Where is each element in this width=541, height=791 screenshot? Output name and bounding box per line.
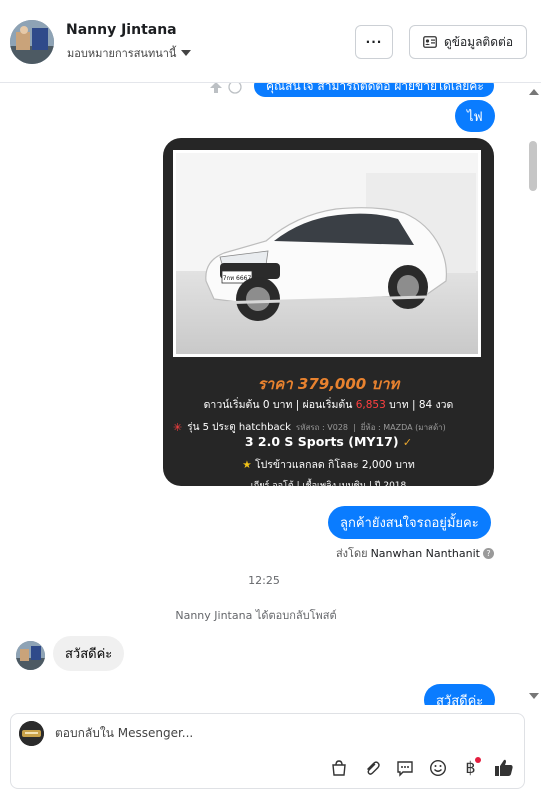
promotion-text: โปรข้าวแลกลด กิโลละ 2,000 บาท bbox=[254, 459, 415, 471]
down-payment-suffix: บาท | 84 งวด bbox=[389, 399, 454, 411]
message-timestamp: 12:25 bbox=[248, 574, 280, 587]
asterisk-icon: ✳ bbox=[173, 421, 183, 434]
stock-code: รหัสรถ : V028 bbox=[295, 423, 349, 432]
notification-dot bbox=[475, 757, 481, 763]
down-payment-info: ดาวน์เริ่มต้น 0 บาท | ผ่อนเริ่มต้น 6,853… bbox=[163, 396, 494, 413]
verified-check-icon: ✓ bbox=[402, 436, 413, 449]
car-body-type: รุ่น 5 ประตู hatchback bbox=[187, 422, 291, 433]
composer-toolbar: ฿ bbox=[328, 757, 514, 778]
sent-by-name: Nanwhan Nanthanit bbox=[370, 546, 480, 560]
message-status-icons bbox=[208, 83, 242, 95]
emoji-icon[interactable] bbox=[427, 757, 448, 778]
shop-bag-icon[interactable] bbox=[328, 757, 349, 778]
page-avatar bbox=[19, 721, 44, 746]
sent-by-prefix: ส่งโดย bbox=[335, 547, 368, 560]
star-icon: ★ bbox=[242, 459, 252, 471]
contact-avatar-small[interactable] bbox=[16, 641, 45, 670]
outgoing-message[interactable]: สวัสดีค่ะ bbox=[424, 684, 496, 706]
info-icon[interactable]: ? bbox=[483, 547, 494, 559]
emoji-icon[interactable] bbox=[228, 83, 242, 94]
attachment-icon[interactable] bbox=[361, 757, 382, 778]
assign-conversation-dropdown[interactable]: มอบหมายการสนทนานี้ bbox=[67, 44, 192, 62]
more-options-label: ··· bbox=[365, 35, 383, 49]
car-brand: ยี่ห้อ : MAZDA (มาสด้า) bbox=[360, 423, 446, 432]
incoming-message[interactable]: สวัสดีค่ะ bbox=[53, 636, 125, 671]
message-text: คุณสนใจ สามารถติดต่อ ฝ่ายขายได้เลยค่ะ bbox=[266, 83, 484, 93]
saved-replies-icon[interactable] bbox=[394, 757, 415, 778]
contact-avatar[interactable] bbox=[10, 20, 54, 64]
message-thread[interactable]: คุณสนใจ สามารถติดต่อ ฝ่ายขายได้เลยค่ะ ไฟ bbox=[0, 83, 541, 705]
like-thumb-icon[interactable] bbox=[493, 757, 514, 778]
scroll-up-arrow-icon[interactable] bbox=[529, 89, 539, 95]
more-options-button[interactable]: ··· bbox=[355, 25, 393, 59]
scrollbar-thumb[interactable] bbox=[529, 141, 537, 191]
car-model-row: ✳ รุ่น 5 ประตู hatchback รหัสรถ : V028 |… bbox=[173, 421, 446, 434]
post-reply-notice: Nanny Jintana ได้ตอบกลับโพสต์ bbox=[175, 609, 337, 622]
payment-baht-icon[interactable]: ฿ bbox=[460, 757, 481, 778]
reaction-icon[interactable] bbox=[208, 83, 224, 95]
view-contact-button[interactable]: ดูข้อมูลติดต่อ bbox=[409, 25, 527, 59]
sent-by-label: ส่งโดย Nanwhan Nanthanit ? bbox=[336, 544, 494, 562]
installment-amount: 6,853 bbox=[355, 399, 386, 411]
contact-name[interactable]: Nanny Jintana bbox=[66, 22, 177, 38]
car-price: ราคา 379,000 บาท bbox=[257, 375, 400, 393]
caret-down-icon bbox=[181, 50, 192, 56]
car-variant-text: 3 2.0 S Sports (MY17) bbox=[244, 434, 399, 449]
car-variant: 3 2.0 S Sports (MY17) ✓ bbox=[163, 434, 494, 449]
scroll-down-arrow-icon[interactable] bbox=[529, 693, 539, 699]
view-contact-label: ดูข้อมูลติดต่อ bbox=[443, 34, 514, 49]
promotion: ★ โปรข้าวแลกลด กิโลละ 2,000 บาท bbox=[163, 456, 494, 473]
message-text: ไฟ bbox=[467, 109, 483, 125]
outgoing-message[interactable]: ไฟ bbox=[455, 100, 495, 132]
message-text: สวัสดีค่ะ bbox=[65, 647, 113, 662]
message-text: สวัสดีค่ะ bbox=[436, 693, 484, 706]
car-listing-card[interactable]: 7กท 6667 ราคา 379,000 บาท ดาวน์เริ่มต้น … bbox=[163, 138, 494, 486]
reply-input[interactable] bbox=[55, 726, 495, 740]
reply-composer: ฿ bbox=[10, 713, 525, 789]
message-text: ลูกค้ายังสนใจรถอยู่มั้ยคะ bbox=[340, 516, 479, 531]
outgoing-message[interactable]: คุณสนใจ สามารถติดต่อ ฝ่ายขายได้เลยค่ะ bbox=[254, 83, 494, 97]
contact-card-icon bbox=[423, 36, 437, 48]
down-payment-prefix: ดาวน์เริ่มต้น 0 บาท | ผ่อนเริ่มต้น bbox=[203, 399, 353, 411]
car-specs: เกียร์ ออโต้ | เชื้อเพลิง เบนซิน | ปี 20… bbox=[250, 481, 407, 486]
conversation-header: Nanny Jintana มอบหมายการสนทนานี้ ··· ดูข… bbox=[0, 0, 541, 83]
thread-scrollbar[interactable] bbox=[525, 83, 541, 705]
outgoing-message[interactable]: ลูกค้ายังสนใจรถอยู่มั้ยคะ bbox=[328, 506, 491, 539]
car-photo: 7กท 6667 bbox=[173, 150, 481, 357]
assign-label: มอบหมายการสนทนานี้ bbox=[67, 47, 177, 60]
